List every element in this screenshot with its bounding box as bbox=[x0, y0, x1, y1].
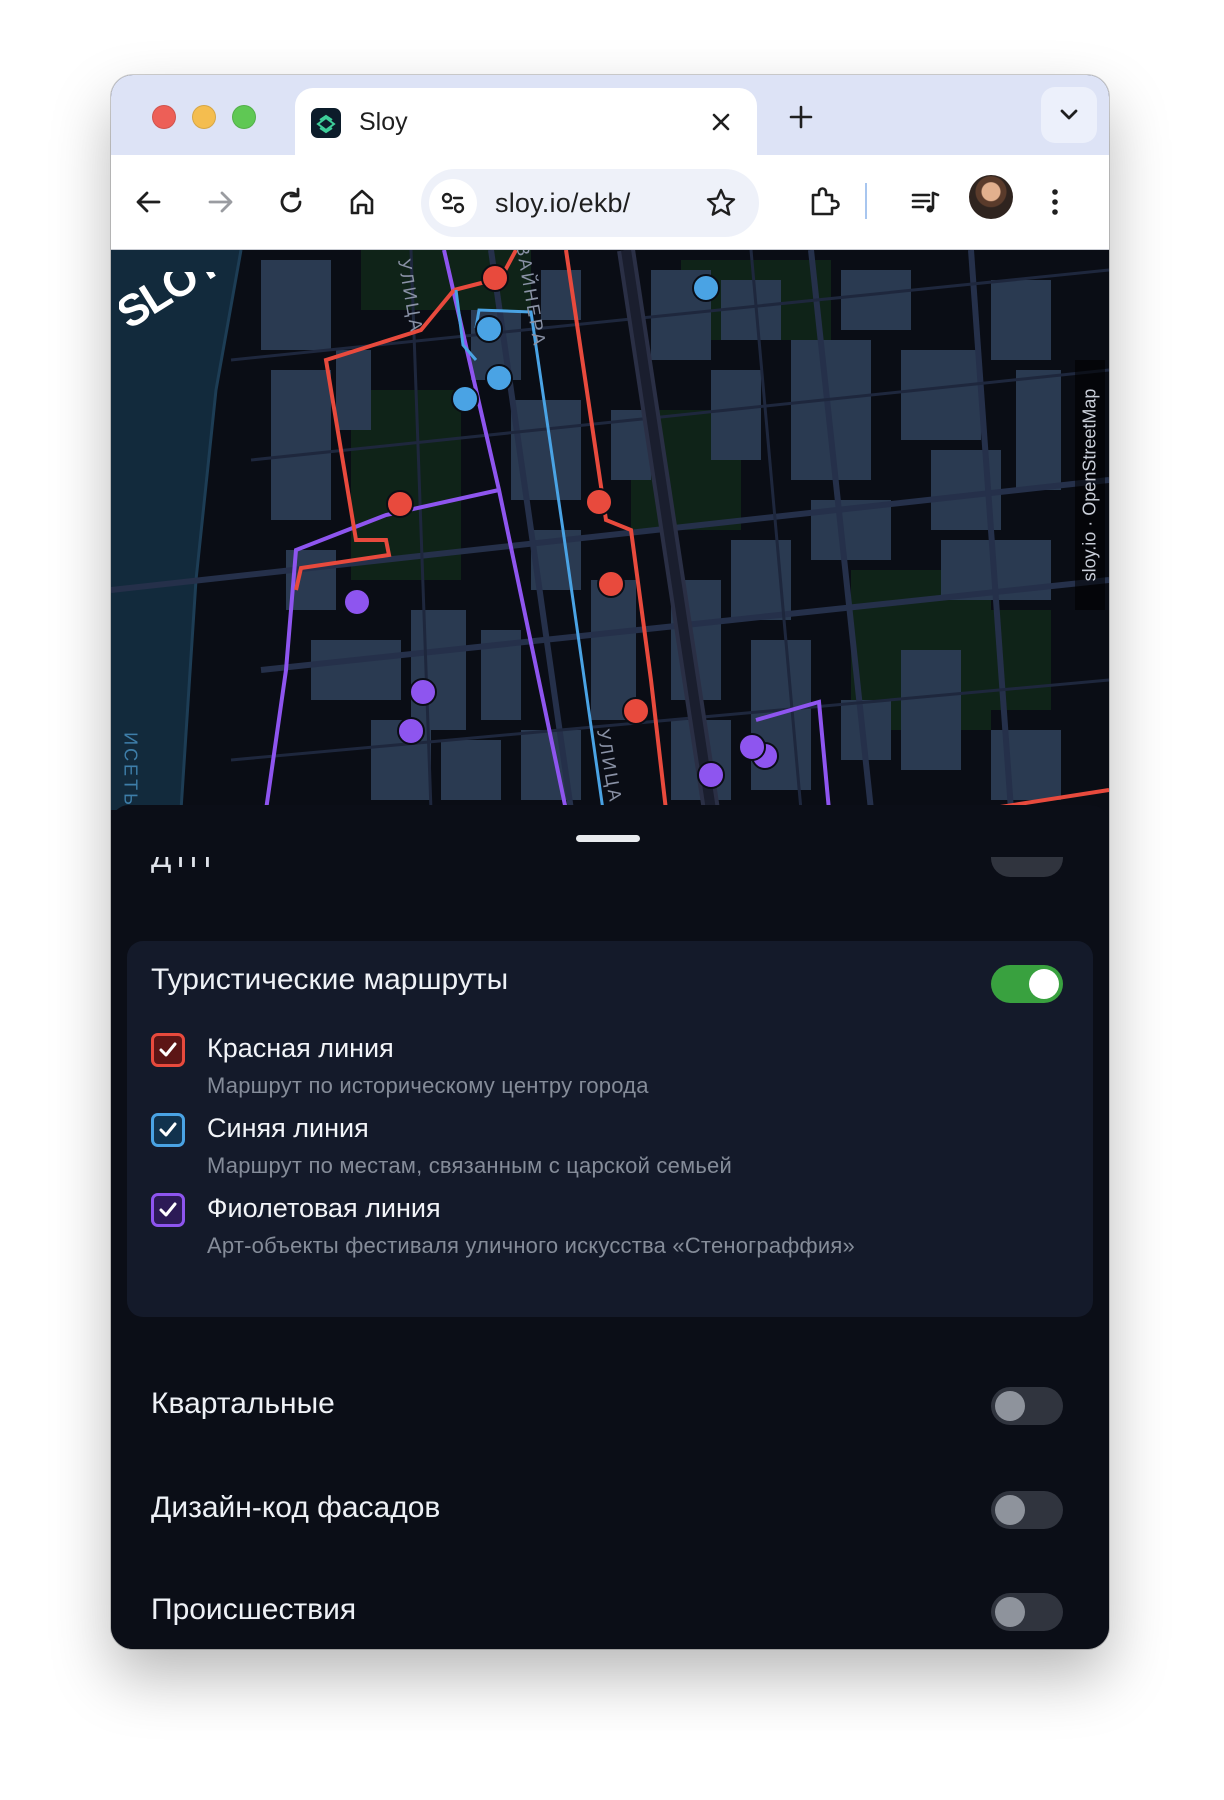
sloy-logo-icon: SLOY bbox=[119, 272, 249, 352]
layer-toggle[interactable] bbox=[991, 1387, 1063, 1425]
extensions-puzzle-icon[interactable] bbox=[800, 178, 848, 226]
home-icon[interactable] bbox=[338, 178, 386, 226]
svg-text:SLOY: SLOY bbox=[119, 272, 231, 338]
sloy-favicon-icon bbox=[311, 108, 341, 138]
route-label: Фиолетовая линия bbox=[207, 1193, 441, 1223]
zoom-window-button[interactable] bbox=[232, 105, 256, 129]
river-label: ИСЕТЬ bbox=[120, 732, 141, 808]
layer-group-tourist-routes: Туристические маршруты Красная линия Мар… bbox=[127, 941, 1093, 1317]
close-tab-icon[interactable] bbox=[703, 104, 739, 140]
layers-bottom-sheet: ДТП Туристические маршруты Красная линия… bbox=[111, 805, 1109, 1649]
new-tab-icon[interactable] bbox=[779, 95, 823, 139]
layer-toggle[interactable] bbox=[991, 1593, 1063, 1631]
toggle-knob bbox=[1029, 969, 1059, 999]
city-map[interactable]: УЛИЦА ВАЙНЕРА УЛИЦА SLOY sloy.io · OpenS… bbox=[111, 250, 1109, 810]
check-icon bbox=[159, 1122, 177, 1137]
checkbox-violet-line[interactable] bbox=[151, 1193, 185, 1227]
tab-search-button[interactable] bbox=[1041, 87, 1097, 143]
layer-row-incidents[interactable]: Происшествия bbox=[111, 1577, 1109, 1647]
group-toggle[interactable] bbox=[991, 965, 1063, 1003]
browser-window: Sloy sloy.io/ekb/ УЛИЦА ВАЙНЕРА УЛИЦА SL… bbox=[111, 75, 1109, 1649]
sheet-drag-handle[interactable] bbox=[576, 835, 640, 842]
url-text[interactable]: sloy.io/ekb/ bbox=[495, 188, 630, 219]
profile-avatar[interactable] bbox=[969, 175, 1013, 219]
bookmark-star-icon[interactable] bbox=[703, 185, 739, 221]
layer-row-kvartalnye[interactable]: Квартальные bbox=[111, 1371, 1109, 1441]
route-label: Синяя линия bbox=[207, 1113, 369, 1143]
forward-arrow-icon[interactable] bbox=[196, 178, 244, 226]
reload-icon[interactable] bbox=[267, 178, 315, 226]
toggle-knob bbox=[995, 1391, 1025, 1421]
kebab-menu-icon[interactable] bbox=[1031, 178, 1079, 226]
checkbox-blue-line[interactable] bbox=[151, 1113, 185, 1147]
address-bar[interactable]: sloy.io/ekb/ bbox=[421, 169, 759, 237]
toolbar-separator bbox=[865, 183, 867, 219]
tab-title: Sloy bbox=[359, 108, 408, 136]
toggle-knob bbox=[995, 1597, 1025, 1627]
group-title: Туристические маршруты bbox=[151, 963, 509, 996]
site-settings-icon[interactable] bbox=[429, 179, 477, 227]
check-icon bbox=[159, 1202, 177, 1217]
layer-label: Происшествия bbox=[151, 1593, 357, 1626]
browser-toolbar: sloy.io/ekb/ bbox=[111, 155, 1109, 250]
toggle-knob bbox=[995, 1495, 1025, 1525]
layer-label: ДТП bbox=[151, 857, 212, 874]
layer-row-dtp[interactable]: ДТП bbox=[111, 857, 1109, 897]
route-description: Маршрут по историческому центру города bbox=[207, 1073, 649, 1098]
layer-toggle[interactable] bbox=[991, 857, 1063, 877]
route-description: Маршрут по местам, связанным с царской с… bbox=[207, 1153, 732, 1178]
layer-label: Квартальные bbox=[151, 1387, 335, 1420]
map-attribution[interactable]: sloy.io · OpenStreetMap bbox=[1075, 360, 1105, 610]
route-label: Красная линия bbox=[207, 1033, 394, 1063]
media-controls-icon[interactable] bbox=[901, 178, 949, 226]
back-arrow-icon[interactable] bbox=[125, 178, 173, 226]
layer-toggle[interactable] bbox=[991, 1491, 1063, 1529]
layer-label: Дизайн-код фасадов bbox=[151, 1491, 441, 1524]
tab-sloy[interactable]: Sloy bbox=[295, 88, 757, 155]
chevron-down-icon bbox=[1060, 109, 1078, 120]
layer-row-design-code[interactable]: Дизайн-код фасадов bbox=[111, 1475, 1109, 1545]
checkbox-red-line[interactable] bbox=[151, 1033, 185, 1067]
check-icon bbox=[159, 1042, 177, 1057]
tab-strip: Sloy bbox=[111, 75, 1109, 155]
route-description: Арт-объекты фестиваля уличного искусства… bbox=[207, 1233, 855, 1258]
minimize-window-button[interactable] bbox=[192, 105, 216, 129]
close-window-button[interactable] bbox=[152, 105, 176, 129]
